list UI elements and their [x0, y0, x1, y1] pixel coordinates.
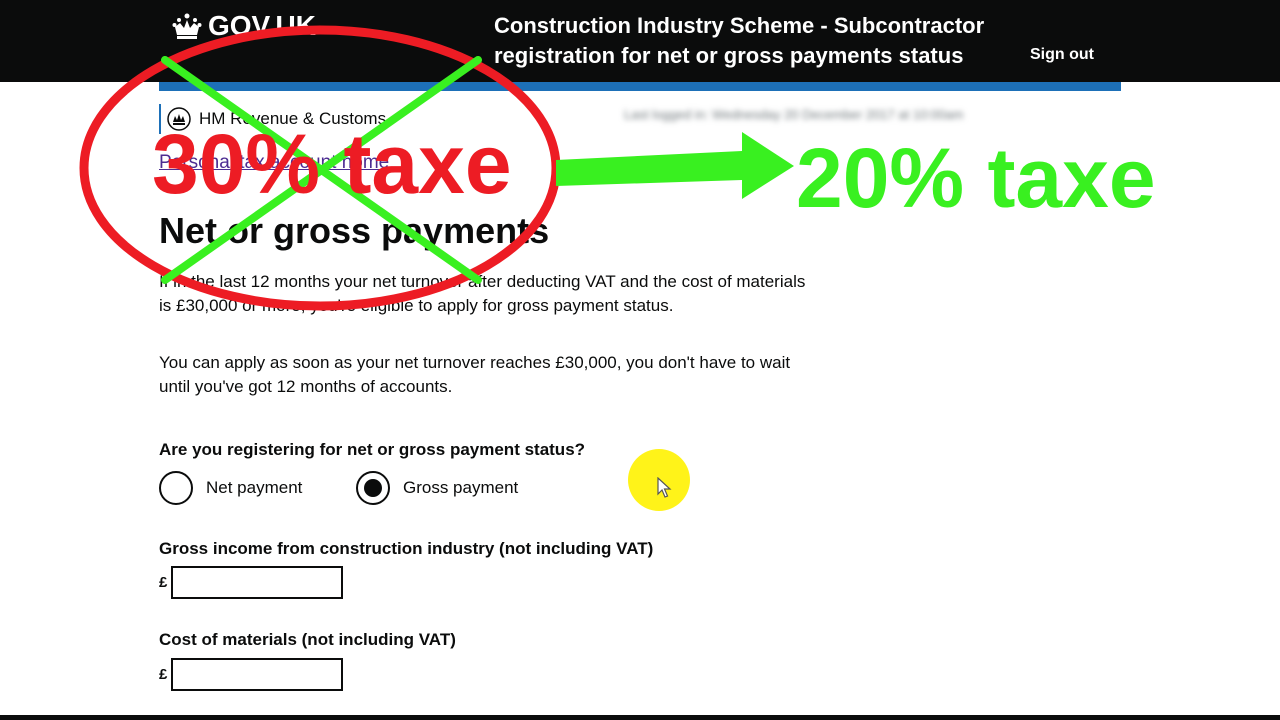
header-blue-bar [159, 82, 1121, 91]
payment-status-question: Are you registering for net or gross pay… [159, 440, 586, 459]
apply-info-paragraph: You can apply as soon as your net turnov… [159, 353, 791, 396]
bottom-border [0, 715, 1280, 720]
eligibility-paragraph: If in the last 12 months your net turnov… [159, 272, 806, 315]
blurred-login-info: Last logged in: Wednesday 20 December 20… [624, 107, 964, 122]
cost-of-materials-currency-prefix: £ [159, 666, 168, 683]
service-name-link[interactable]: Construction Industry Scheme - Subcontra… [494, 11, 1014, 71]
page-title: Net or gross payments [159, 210, 550, 251]
gross-payment-radio-circle[interactable] [356, 471, 390, 505]
govuk-logo-link[interactable]: GOV.UK [172, 8, 316, 44]
gross-payment-label: Gross payment [403, 478, 519, 497]
new-tax-rate-label: 20% taxe [796, 131, 1156, 225]
cost-of-materials-label: Cost of materials (not including VAT) [159, 630, 456, 649]
gross-income-input[interactable] [171, 566, 343, 599]
gross-income-label: Gross income from construction industry … [159, 539, 654, 558]
green-arrow [556, 132, 794, 199]
crown-icon [172, 13, 202, 39]
radio-selected-dot [364, 479, 382, 497]
logo-text: GOV.UK [208, 10, 316, 41]
net-payment-label: Net payment [206, 478, 303, 497]
mouse-cursor-icon [657, 477, 672, 498]
gross-income-currency-prefix: £ [159, 574, 168, 591]
page: GOV.UK Construction Industry Scheme - Su… [0, 0, 1280, 720]
old-tax-rate-label: 30% taxe [152, 117, 512, 211]
cost-of-materials-input[interactable] [171, 658, 343, 691]
sign-out-link[interactable]: Sign out [1030, 46, 1094, 64]
net-payment-radio-circle[interactable] [159, 471, 193, 505]
net-payment-radio[interactable]: Net payment [159, 469, 302, 507]
govuk-header: GOV.UK Construction Industry Scheme - Su… [0, 0, 1280, 82]
gross-payment-radio[interactable]: Gross payment [356, 469, 518, 507]
